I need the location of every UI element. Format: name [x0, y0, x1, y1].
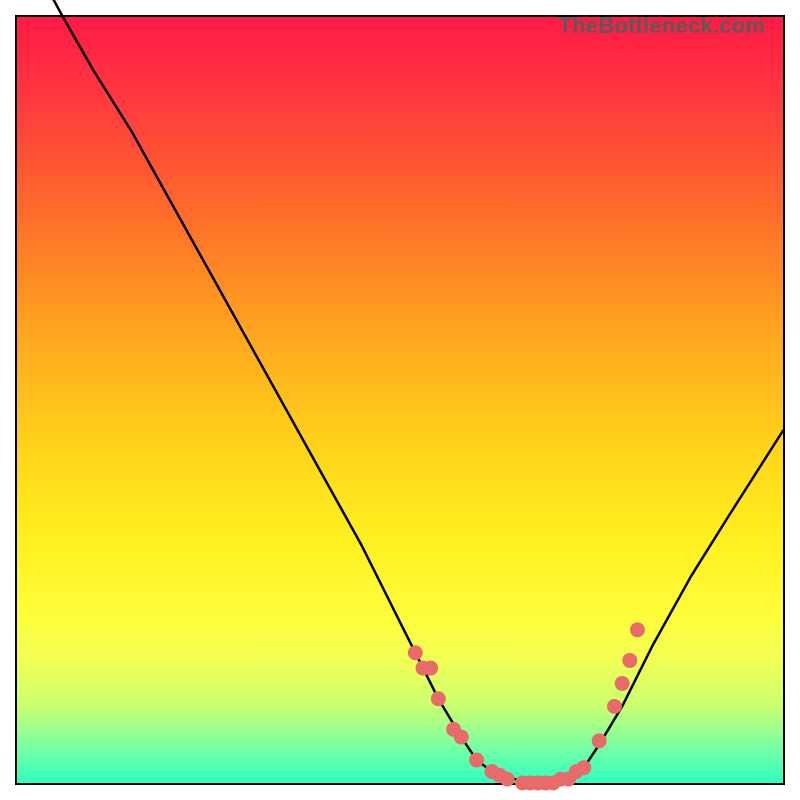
- bottleneck-chart: TheBottleneck.com: [0, 0, 800, 800]
- scatter-point: [500, 772, 514, 786]
- scatter-point: [592, 734, 606, 748]
- scatter-point: [408, 646, 422, 660]
- scatter-point: [470, 753, 484, 767]
- plot-area: TheBottleneck.com: [15, 15, 785, 785]
- curve-layer: [17, 0, 783, 783]
- scatter-point: [608, 699, 622, 713]
- chart-svg: [17, 17, 783, 783]
- scatter-point: [577, 761, 591, 775]
- scatter-point: [630, 623, 644, 637]
- scatter-point: [454, 730, 468, 744]
- scatter-point: [615, 676, 629, 690]
- scatter-point: [623, 653, 637, 667]
- bottleneck-curve: [17, 0, 783, 783]
- scatter-point: [424, 661, 438, 675]
- scatter-point: [431, 692, 445, 706]
